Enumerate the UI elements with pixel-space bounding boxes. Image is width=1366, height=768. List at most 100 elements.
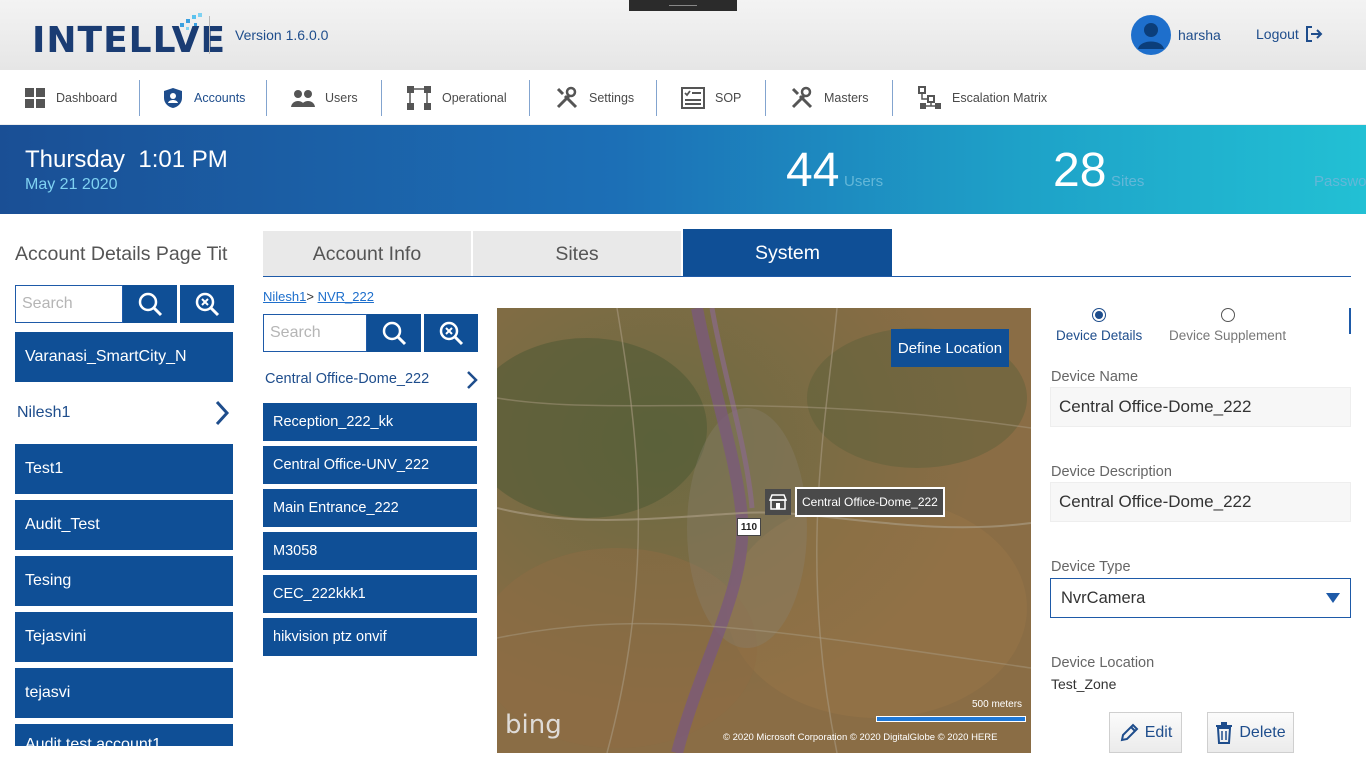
current-day: Thursday — [25, 146, 126, 173]
sites-count-label: Sites — [1111, 173, 1145, 190]
account-search-button[interactable] — [123, 285, 177, 323]
breadcrumb: Nilesh1> NVR_222 — [263, 289, 374, 304]
account-item[interactable]: Test1 — [15, 444, 233, 494]
device-search-button[interactable] — [367, 314, 421, 352]
breadcrumb-leaf-link[interactable]: NVR_222 — [318, 289, 374, 304]
top-header: INTELLVE Version 1.6.0.0 harsha Logout — [0, 0, 1366, 70]
nav-dashboard[interactable]: Dashboard — [24, 70, 117, 125]
edit-button[interactable]: Edit — [1109, 712, 1182, 753]
device-item[interactable]: hikvision ptz onvif — [263, 618, 477, 656]
map-copyright: © 2020 Microsoft Corporation © 2020 Digi… — [723, 732, 998, 743]
account-item[interactable]: tejasvi — [15, 668, 233, 718]
username-label[interactable]: harsha — [1178, 27, 1221, 43]
nav-masters[interactable]: Masters — [790, 70, 868, 125]
account-item-label: tejasvi — [25, 684, 71, 701]
users-icon — [291, 89, 315, 107]
satellite-map[interactable]: Define Location Central Office-Dome_222 … — [497, 308, 1031, 753]
radio-device-details-label: Device Details — [1056, 328, 1143, 343]
panel-scroll-indicator — [1349, 308, 1351, 334]
account-item-label: Tejasvini — [25, 628, 87, 645]
wrench-icon — [791, 86, 813, 108]
current-date: May 21 2020 — [25, 176, 118, 193]
account-item[interactable]: Tesing — [15, 556, 233, 606]
bing-logo: bing — [505, 710, 562, 740]
delete-button[interactable]: Delete — [1207, 712, 1294, 753]
device-description-label: Device Description — [1051, 464, 1172, 480]
account-item[interactable]: Audit test account1 — [15, 724, 233, 746]
device-item[interactable]: M3058 — [263, 532, 477, 570]
trash-icon — [1216, 721, 1233, 744]
device-item-label: Central Office-UNV_222 — [273, 457, 430, 473]
device-item-label: hikvision ptz onvif — [273, 629, 387, 645]
password-stat-label: Passwo — [1314, 173, 1366, 190]
nav-users[interactable]: Users — [291, 70, 358, 125]
logout-button[interactable]: Logout — [1256, 26, 1323, 42]
radio-device-details[interactable]: Device Details — [1056, 308, 1142, 343]
nav-operational[interactable]: Operational — [406, 70, 507, 125]
users-count-label: Users — [844, 173, 884, 190]
user-avatar[interactable] — [1131, 15, 1171, 55]
hierarchy-icon — [918, 85, 941, 109]
tab-sites[interactable]: Sites — [473, 231, 681, 277]
account-item[interactable]: Varanasi_SmartCity_N — [15, 332, 233, 382]
radio-device-supplement[interactable]: Device Supplement — [1169, 308, 1286, 343]
device-location-value: Test_Zone — [1051, 676, 1117, 692]
store-icon — [769, 494, 787, 510]
account-item-selected[interactable]: Nilesh1 — [15, 388, 233, 438]
account-list: Varanasi_SmartCity_N Nilesh1 Test1 Audit… — [15, 332, 233, 746]
account-search-clear-button[interactable] — [180, 285, 234, 323]
device-item[interactable]: Central Office-UNV_222 — [263, 446, 477, 484]
main-nav: Dashboard Accounts Users Operational Set… — [0, 70, 1366, 125]
device-item[interactable]: Reception_222_kk — [263, 403, 477, 441]
device-name-field[interactable]: Central Office-Dome_222 — [1050, 387, 1351, 427]
account-item[interactable]: Audit_Test — [15, 500, 233, 550]
device-item-selected[interactable]: Central Office-Dome_222 — [263, 362, 479, 396]
logout-icon — [1305, 26, 1323, 42]
details-radio-group: Device Details Device Supplement — [1051, 308, 1351, 348]
device-type-select[interactable]: NvrCamera — [1050, 578, 1351, 618]
nav-users-label: Users — [325, 90, 358, 105]
device-item-label: Reception_222_kk — [273, 414, 394, 430]
device-description-field[interactable]: Central Office-Dome_222 — [1050, 482, 1351, 522]
nav-separator — [529, 80, 530, 116]
account-search-field[interactable] — [15, 285, 123, 323]
shield-user-icon — [164, 87, 182, 108]
nav-accounts[interactable]: Accounts — [162, 70, 245, 125]
define-location-button[interactable]: Define Location — [891, 329, 1009, 367]
device-item[interactable]: CEC_222kkk1 — [263, 575, 477, 613]
search-icon — [138, 292, 163, 317]
map-scale-label: 500 meters — [972, 699, 1023, 710]
tools-icon — [556, 86, 578, 108]
nav-settings-label: Settings — [589, 90, 635, 105]
device-location-label: Device Location — [1051, 655, 1155, 671]
nav-separator — [266, 80, 267, 116]
nav-settings[interactable]: Settings — [555, 70, 634, 125]
nav-masters-label: Masters — [824, 90, 869, 105]
clear-search-icon — [195, 292, 220, 317]
tab-underline — [263, 276, 1351, 277]
breadcrumb-separator: > — [306, 289, 314, 304]
account-item-label: Audit test account1 — [25, 736, 162, 746]
device-map-pin[interactable] — [765, 489, 791, 515]
breadcrumb-root-link[interactable]: Nilesh1 — [263, 289, 306, 304]
device-item[interactable]: Main Entrance_222 — [263, 489, 477, 527]
nav-separator — [656, 80, 657, 116]
device-search-input[interactable] — [264, 315, 366, 351]
search-icon — [382, 321, 407, 346]
window-notch — [629, 0, 737, 11]
account-search-input[interactable] — [16, 286, 122, 322]
device-search-clear-button[interactable] — [424, 314, 478, 352]
delete-button-label: Delete — [1239, 723, 1286, 741]
road-number-badge: 110 — [737, 518, 761, 536]
tab-account-info[interactable]: Account Info — [263, 231, 471, 277]
logo-divider — [209, 16, 210, 54]
nav-sop[interactable]: SOP — [681, 70, 741, 125]
nav-accounts-label: Accounts — [194, 90, 246, 105]
account-item[interactable]: Tejasvini — [15, 612, 233, 662]
radio-device-supplement-label: Device Supplement — [1169, 328, 1287, 343]
map-scale-bar — [876, 716, 1026, 722]
nav-escalation-matrix[interactable]: Escalation Matrix — [918, 70, 1047, 125]
clear-search-icon — [439, 321, 464, 346]
tab-system[interactable]: System — [683, 229, 892, 277]
device-search-field[interactable] — [263, 314, 367, 352]
